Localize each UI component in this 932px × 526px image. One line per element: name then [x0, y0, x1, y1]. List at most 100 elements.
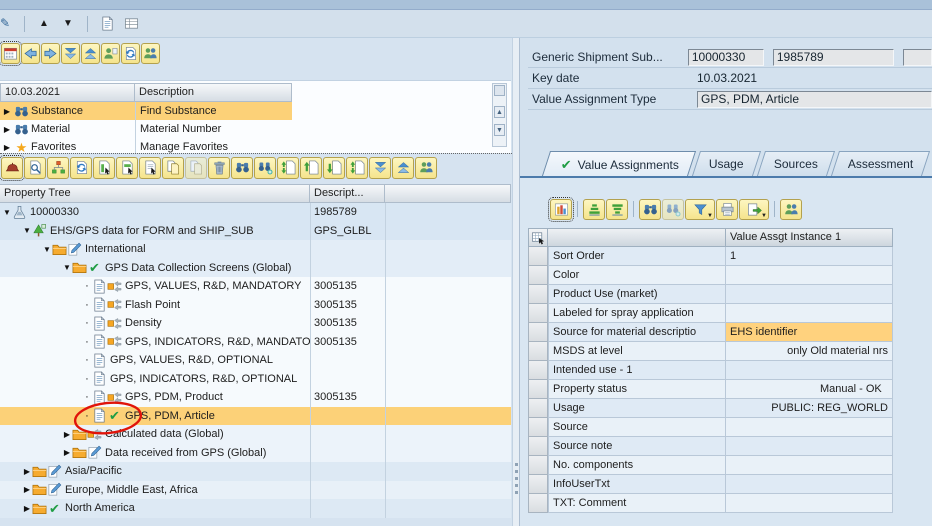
characteristic-value-cell[interactable]: Manual - OK — [726, 380, 893, 399]
characteristic-value-cell[interactable] — [726, 266, 893, 285]
characteristic-value-cell[interactable] — [726, 304, 893, 323]
edit-entry-button[interactable] — [139, 157, 161, 179]
characteristic-value-cell[interactable] — [726, 285, 893, 304]
tree-row[interactable]: ·GPS, VALUES, R&D, MANDATORY3005135 — [0, 277, 511, 296]
characteristic-value-cell[interactable]: EHS identifier — [726, 323, 893, 342]
tree-row[interactable]: ▶✔North America — [0, 499, 511, 518]
back-button[interactable] — [21, 43, 40, 64]
filter-button[interactable]: ▼ — [685, 199, 715, 220]
row-selector-button[interactable] — [528, 285, 548, 304]
substance-number-field[interactable]: 1985789 — [773, 49, 894, 66]
create-button[interactable] — [93, 157, 115, 179]
display-document-button[interactable] — [98, 15, 116, 33]
collapse-subtree-button[interactable] — [392, 157, 414, 179]
tree-expander-icon[interactable]: ▼ — [42, 245, 52, 254]
print-button[interactable] — [716, 199, 738, 220]
key-date-button[interactable] — [1, 43, 20, 64]
tree-row[interactable]: ·Density3005135 — [0, 314, 511, 333]
row-selector-button[interactable] — [528, 266, 548, 285]
tab-value-assignments[interactable]: ✔Value Assignments — [542, 151, 696, 176]
tree-row[interactable]: ▶Calculated data (Global) — [0, 425, 511, 444]
substance-workbench-button[interactable] — [1, 157, 23, 179]
reorder-button[interactable] — [346, 157, 368, 179]
tree-row[interactable]: ▼✔GPS Data Collection Screens (Global) — [0, 259, 511, 278]
row-selector-button[interactable] — [528, 361, 548, 380]
characteristic-value-cell[interactable] — [726, 475, 893, 494]
create-with-template-button[interactable] — [116, 157, 138, 179]
copy-button[interactable] — [162, 157, 184, 179]
tree-expander-icon[interactable]: ▼ — [22, 226, 32, 235]
tree-collaboration-button[interactable] — [415, 157, 437, 179]
display-button[interactable] — [24, 157, 46, 179]
scrollbar-thumb[interactable] — [494, 85, 505, 96]
tab-assessment[interactable]: Assessment — [831, 151, 930, 176]
edit-button[interactable]: ✎ — [0, 15, 14, 33]
select-all-button[interactable] — [528, 228, 548, 247]
quick-table-scrollbar[interactable]: ▲ ▼ — [492, 83, 507, 147]
scroll-up-button[interactable]: ▲ — [494, 106, 505, 118]
characteristic-value-cell[interactable] — [726, 437, 893, 456]
tree-row[interactable]: ·GPS, INDICATORS, R&D, OPTIONAL — [0, 370, 511, 389]
find-next-button[interactable] — [254, 157, 276, 179]
previous-button[interactable]: ▲ — [35, 15, 53, 33]
tree-row[interactable]: ▼EHS/GPS data for FORM and SHIP_SUBGPS_G… — [0, 222, 511, 241]
row-selector-button[interactable] — [528, 456, 548, 475]
substance-extra-field[interactable] — [903, 49, 932, 66]
export-button[interactable]: ▼ — [739, 199, 769, 220]
row-selector-button[interactable] — [528, 342, 548, 361]
tree-row[interactable]: ·GPS, PDM, Product3005135 — [0, 388, 511, 407]
tree-expander-icon[interactable]: ▶ — [62, 448, 72, 457]
tree-expander-icon[interactable]: ▼ — [62, 263, 72, 272]
row-selector-button[interactable] — [528, 247, 548, 266]
expand-arrow-icon[interactable]: ▶ — [2, 143, 12, 152]
move-up-button[interactable] — [300, 157, 322, 179]
refresh-button[interactable] — [121, 43, 140, 64]
forward-button[interactable] — [41, 43, 60, 64]
tree-expander-icon[interactable]: ▶ — [62, 430, 72, 439]
tree-expander-icon[interactable]: ▶ — [22, 467, 32, 476]
details-button[interactable] — [550, 199, 572, 220]
substance-key-field[interactable]: 10000330 — [688, 49, 764, 66]
find-button[interactable] — [639, 199, 661, 220]
move-entry-button[interactable] — [277, 157, 299, 179]
find-next-button[interactable] — [662, 199, 684, 220]
delete-button[interactable] — [208, 157, 230, 179]
row-selector-button[interactable] — [528, 494, 548, 513]
paste-button[interactable] — [185, 157, 207, 179]
refresh-tree-button[interactable] — [70, 157, 92, 179]
row-selector-button[interactable] — [528, 380, 548, 399]
sort-descending-button[interactable] — [606, 199, 628, 220]
tree-row[interactable]: ▶Asia/Pacific — [0, 462, 511, 481]
panel-splitter[interactable] — [512, 38, 520, 526]
expand-all-button[interactable] — [61, 43, 80, 64]
characteristic-value-cell[interactable] — [726, 494, 893, 513]
collapse-all-button[interactable] — [81, 43, 100, 64]
find-button[interactable] — [231, 157, 253, 179]
scroll-down-button[interactable]: ▼ — [494, 124, 505, 136]
move-down-button[interactable] — [323, 157, 345, 179]
row-selector-button[interactable] — [528, 399, 548, 418]
characteristic-value-cell[interactable] — [726, 456, 893, 475]
tree-row[interactable]: ▶Europe, Middle East, Africa — [0, 481, 511, 500]
tree-row[interactable]: ▼International — [0, 240, 511, 259]
tree-expander-icon[interactable]: ▶ — [22, 485, 32, 494]
tree-expander-icon[interactable]: ▶ — [22, 504, 32, 513]
expand-subtree-button[interactable] — [369, 157, 391, 179]
row-selector-button[interactable] — [528, 323, 548, 342]
tab-sources[interactable]: Sources — [757, 151, 835, 176]
characteristic-value-cell[interactable]: PUBLIC: REG_WORLD — [726, 399, 893, 418]
characteristic-value-cell[interactable]: only Old material nrs — [726, 342, 893, 361]
row-selector-button[interactable] — [528, 418, 548, 437]
next-button[interactable]: ▼ — [59, 15, 77, 33]
expand-arrow-icon[interactable]: ▶ — [2, 107, 12, 116]
characteristic-value-cell[interactable]: 1 — [726, 247, 893, 266]
collaboration-button[interactable] — [780, 199, 802, 220]
row-selector-button[interactable] — [528, 475, 548, 494]
tree-row[interactable]: ·GPS, INDICATORS, R&D, MANDATO3005135 — [0, 333, 511, 352]
tree-row[interactable]: ·✔GPS, PDM, Article — [0, 407, 511, 426]
expand-arrow-icon[interactable]: ▶ — [2, 125, 12, 134]
tree-row[interactable]: ·GPS, VALUES, R&D, OPTIONAL — [0, 351, 511, 370]
user-profile-button[interactable] — [101, 43, 120, 64]
characteristic-value-cell[interactable] — [726, 361, 893, 380]
tree-row[interactable]: ▼100003301985789 — [0, 203, 511, 222]
